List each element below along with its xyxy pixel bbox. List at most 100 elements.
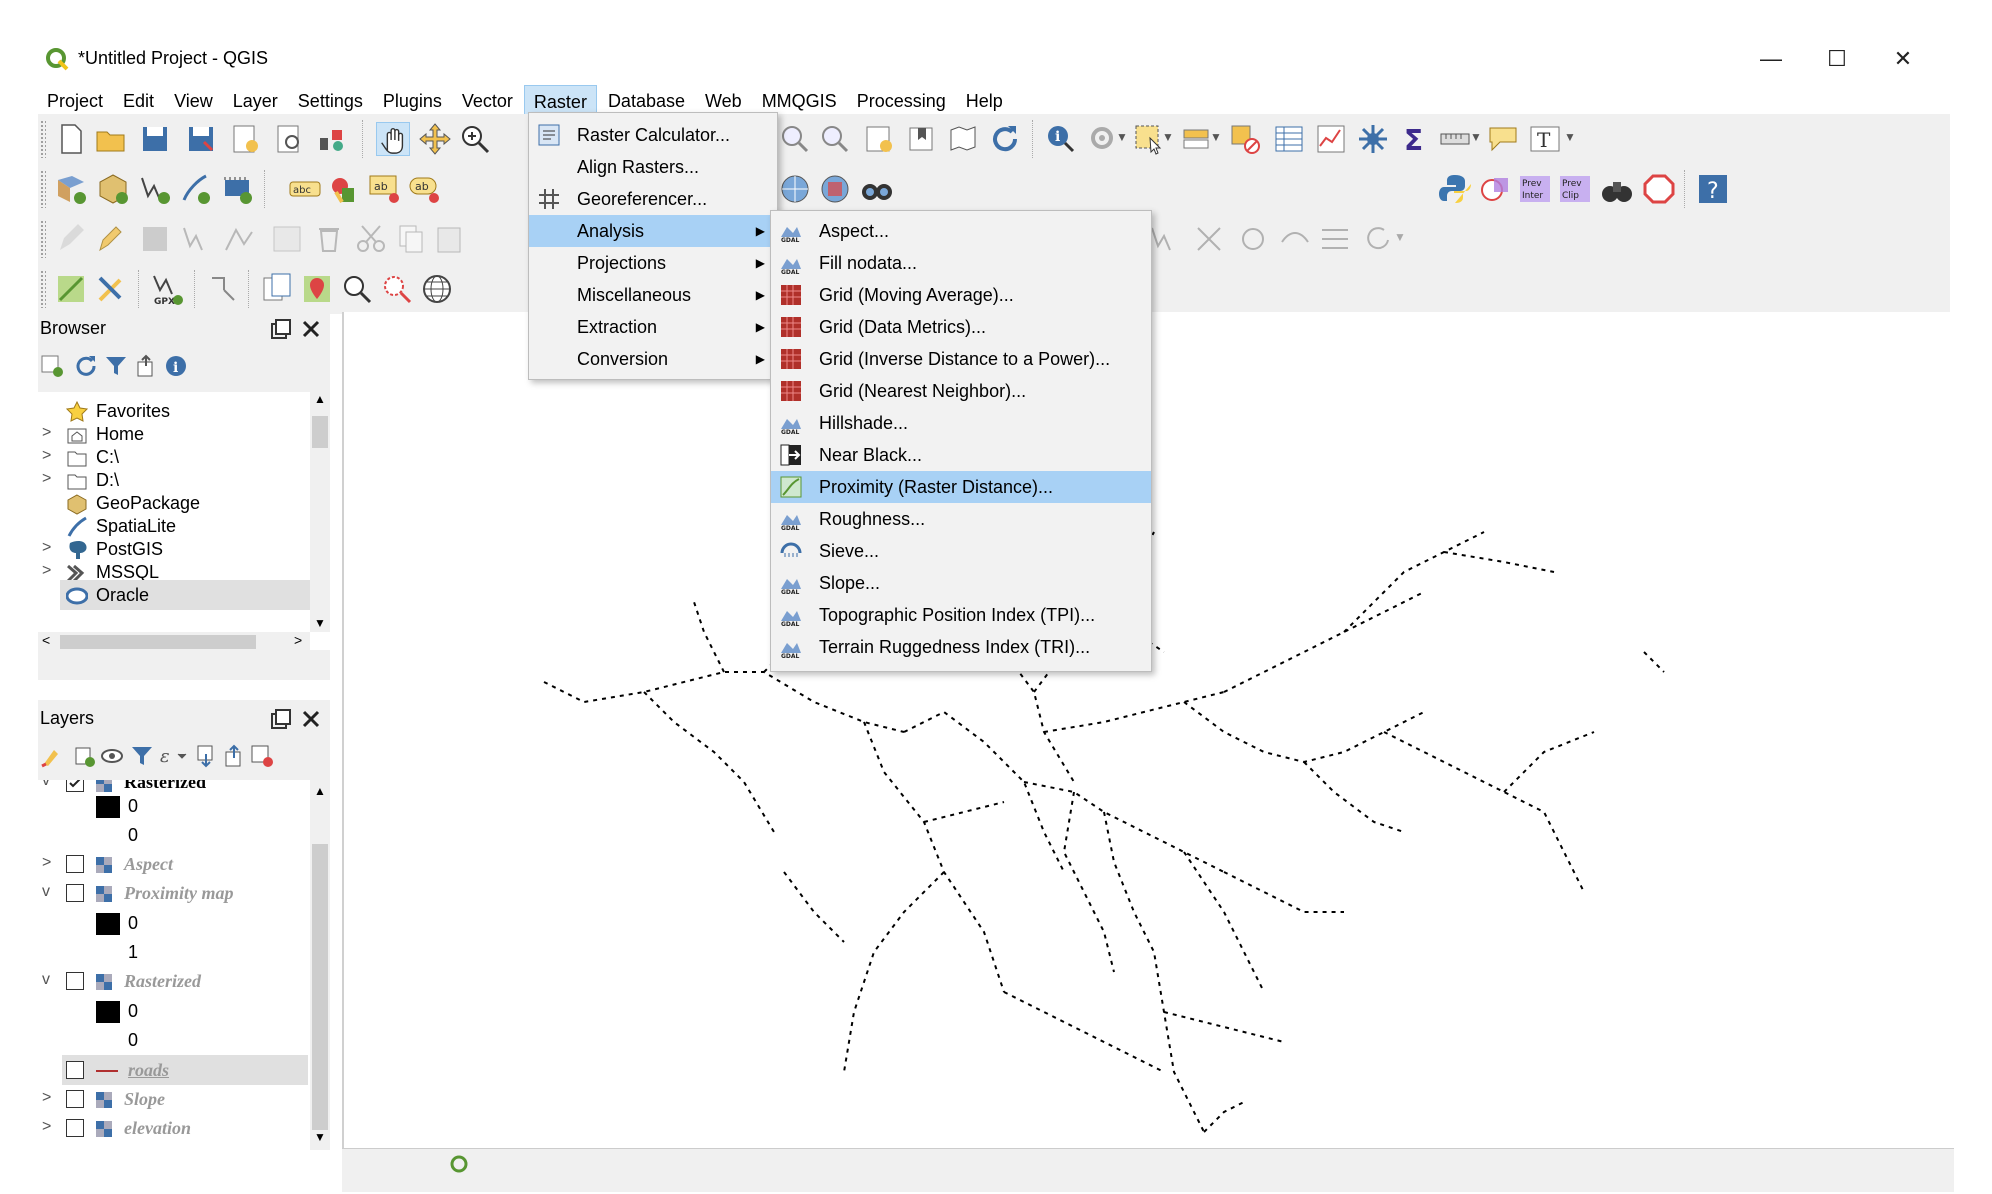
scroll-thumb[interactable]: [312, 416, 328, 448]
copy-features-icon[interactable]: [394, 222, 428, 256]
georeferencer-item[interactable]: Georeferencer...: [529, 183, 777, 215]
remove-layer-icon[interactable]: [250, 744, 274, 768]
menu-settings[interactable]: Settings: [289, 85, 372, 117]
add-group-icon[interactable]: [72, 744, 96, 768]
action-dropdown-icon[interactable]: ▼: [1116, 130, 1128, 144]
layer-checkbox[interactable]: [66, 884, 84, 902]
float-panel-icon[interactable]: [270, 318, 292, 340]
scroll-right-icon[interactable]: >: [294, 632, 302, 648]
polygon-tool-icon[interactable]: [1642, 172, 1676, 206]
zoom-to-selection-icon[interactable]: [380, 272, 414, 306]
menu-vector[interactable]: Vector: [453, 85, 522, 117]
layer-checkbox[interactable]: [66, 855, 84, 873]
save-project-icon[interactable]: [138, 122, 172, 156]
zoom-last-icon[interactable]: [778, 122, 812, 156]
raster-calculator-item[interactable]: Raster Calculator...: [529, 119, 777, 151]
browser-item-oracle[interactable]: Oracle: [96, 580, 149, 610]
expand-chevron-icon[interactable]: >: [42, 447, 51, 465]
miscellaneous-submenu-item[interactable]: Miscellaneous ▶: [529, 279, 777, 311]
sigma-icon[interactable]: Σ: [1398, 122, 1432, 156]
select-features-icon[interactable]: [1132, 122, 1166, 156]
close-button[interactable]: ✕: [1880, 44, 1926, 74]
new-map-view-icon[interactable]: [862, 122, 896, 156]
toolbar-grip[interactable]: [40, 220, 46, 258]
select-dropdown-icon[interactable]: ▼: [1162, 130, 1174, 144]
filter-browser-icon[interactable]: [104, 354, 128, 378]
layer-name[interactable]: Rasterized: [124, 971, 201, 992]
filter-expression-icon[interactable]: ε: [158, 744, 188, 768]
menu-view[interactable]: View: [165, 85, 222, 117]
sieve-item[interactable]: Sieve...: [771, 535, 1151, 567]
layer-checkbox-checked[interactable]: [66, 780, 84, 792]
layer-checkbox[interactable]: [66, 1061, 84, 1079]
messages-icon[interactable]: [450, 1155, 468, 1173]
menu-layer[interactable]: Layer: [224, 85, 287, 117]
prev-clip-icon[interactable]: Prev Clip: [1558, 172, 1592, 206]
expand-all-icon[interactable]: [194, 744, 218, 768]
collapse-chevron-icon[interactable]: v: [42, 883, 50, 901]
pan-map-icon[interactable]: [376, 122, 410, 156]
expand-chevron-icon[interactable]: >: [42, 854, 51, 872]
new-temp-layer-icon[interactable]: [220, 172, 254, 206]
layer-name[interactable]: Proximity map: [124, 883, 234, 904]
tri-item[interactable]: GDAL Terrain Ruggedness Index (TRI)...: [771, 631, 1151, 663]
menu-processing[interactable]: Processing: [848, 85, 955, 117]
find-binoculars-icon[interactable]: [1600, 172, 1634, 206]
rotate-symbols-icon[interactable]: [1360, 222, 1394, 256]
close-panel-icon[interactable]: [300, 708, 322, 730]
toolbar-grip[interactable]: [40, 120, 46, 158]
identify-features-icon[interactable]: i: [1044, 122, 1078, 156]
reshape-icon[interactable]: [1148, 222, 1182, 256]
expand-chevron-icon[interactable]: >: [42, 539, 51, 557]
zoom-tool-icon[interactable]: [340, 272, 374, 306]
layers-vertical-scrollbar[interactable]: ▲ ▼: [310, 780, 330, 1150]
minimize-button[interactable]: —: [1748, 44, 1794, 74]
show-bookmarks-icon[interactable]: [946, 122, 980, 156]
map-tips-icon[interactable]: [1486, 122, 1520, 156]
fill-nodata-item[interactable]: GDAL Fill nodata...: [771, 247, 1151, 279]
delete-part-icon[interactable]: [1192, 222, 1226, 256]
close-panel-icon[interactable]: [300, 318, 322, 340]
statistical-summary-icon[interactable]: [1314, 122, 1348, 156]
layer-name[interactable]: elevation: [124, 1118, 191, 1139]
copy-map-icon[interactable]: [260, 272, 294, 306]
layer-checkbox[interactable]: [66, 1090, 84, 1108]
modify-attributes-icon[interactable]: [270, 222, 304, 256]
text-annotation-icon[interactable]: T: [1528, 122, 1562, 156]
browser-vertical-scrollbar[interactable]: ▲ ▼: [310, 392, 330, 632]
help-icon[interactable]: ?: [1696, 172, 1730, 206]
pan-to-selection-icon[interactable]: [418, 122, 452, 156]
grid-moving-average-item[interactable]: Grid (Moving Average)...: [771, 279, 1151, 311]
style-manager-icon[interactable]: [314, 122, 348, 156]
select-value-dropdown-icon[interactable]: ▼: [1210, 130, 1222, 144]
gps-tools-icon[interactable]: GPX: [150, 272, 184, 306]
layer-styling-icon[interactable]: [40, 744, 64, 768]
projections-submenu-item[interactable]: Projections ▶: [529, 247, 777, 279]
menu-plugins[interactable]: Plugins: [374, 85, 451, 117]
scroll-thumb[interactable]: [312, 844, 328, 1130]
expand-chevron-icon[interactable]: >: [42, 562, 51, 580]
extraction-submenu-item[interactable]: Extraction ▶: [529, 311, 777, 343]
collapse-chevron-icon[interactable]: v: [42, 780, 50, 790]
binoculars-icon[interactable]: [860, 172, 894, 206]
add-selected-layers-icon[interactable]: [40, 354, 64, 378]
scroll-up-icon[interactable]: ▲: [314, 392, 326, 406]
toolbar-grip[interactable]: [40, 270, 46, 308]
refresh-icon[interactable]: [988, 122, 1022, 156]
add-marker-icon[interactable]: [300, 272, 334, 306]
scroll-down-icon[interactable]: ▼: [314, 616, 326, 630]
new-geopackage-icon[interactable]: [96, 172, 130, 206]
scroll-thumb[interactable]: [60, 635, 256, 649]
data-source-manager-icon[interactable]: [54, 172, 88, 206]
save-layer-edits-icon[interactable]: [138, 222, 172, 256]
float-panel-icon[interactable]: [270, 708, 292, 730]
tpi-item[interactable]: GDAL Topographic Position Index (TPI)...: [771, 599, 1151, 631]
grid-data-metrics-item[interactable]: Grid (Data Metrics)...: [771, 311, 1151, 343]
delete-selected-icon[interactable]: [312, 222, 346, 256]
shape-tool-icon[interactable]: [1478, 172, 1512, 206]
select-by-value-icon[interactable]: [1180, 122, 1214, 156]
globe-icon[interactable]: [420, 272, 454, 306]
menu-help[interactable]: Help: [957, 85, 1012, 117]
toggle-editing-icon[interactable]: [94, 222, 128, 256]
properties-info-icon[interactable]: i: [164, 354, 188, 378]
